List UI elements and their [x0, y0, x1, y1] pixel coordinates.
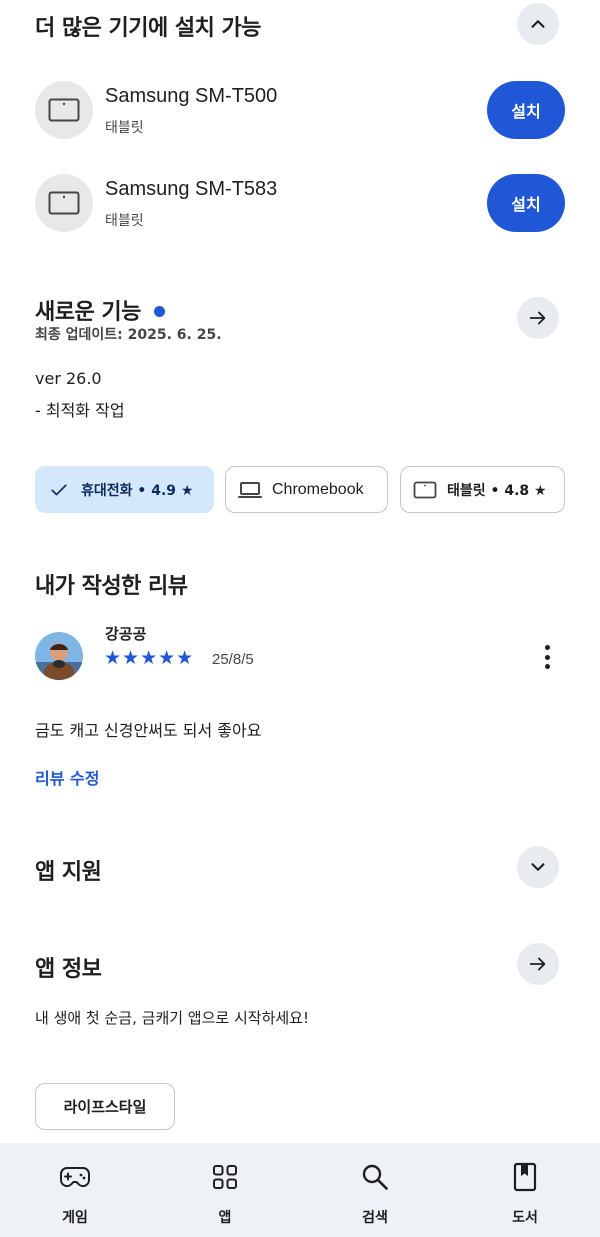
- device-type: 태블릿: [105, 213, 144, 229]
- review-stars: ★★★★★: [104, 647, 195, 669]
- review-date: 25/8/5: [212, 651, 254, 668]
- chip-label: Chromebook: [272, 480, 364, 498]
- device-name: Samsung SM-T500: [105, 85, 278, 107]
- nav-label: 게임: [62, 1210, 88, 1226]
- whats-new-arrow-button[interactable]: [517, 297, 559, 339]
- laptop-icon: [238, 481, 262, 498]
- new-indicator-dot: [154, 305, 166, 317]
- chip-tablet[interactable]: 태블릿 • 4.8 ★: [400, 466, 565, 513]
- arrow-right-icon: [529, 957, 546, 971]
- chevron-down-icon: [531, 863, 545, 871]
- search-icon: [359, 1161, 391, 1193]
- my-review-title: 내가 작성한 리뷰: [35, 574, 188, 599]
- install-button[interactable]: 설치: [487, 174, 565, 232]
- app-info-title[interactable]: 앱 정보: [35, 951, 102, 983]
- app-support-expand-button[interactable]: [517, 846, 559, 888]
- avatar: [35, 632, 83, 680]
- apps-grid-icon: [209, 1161, 241, 1193]
- chip-label: 태블릿 • 4.8 ★: [447, 482, 547, 499]
- device-avatar: [35, 174, 93, 232]
- category-chip[interactable]: 라이프스타일: [35, 1083, 175, 1130]
- check-icon: [51, 484, 67, 495]
- device-type: 태블릿: [105, 120, 144, 136]
- app-description: 내 생애 첫 순금, 금캐기 앱으로 시작하세요!: [35, 1009, 309, 1027]
- app-support-title[interactable]: 앱 지원: [35, 854, 102, 886]
- nav-item-apps[interactable]: 앱: [165, 1143, 285, 1237]
- whats-new-title[interactable]: 새로운 기능: [35, 294, 166, 326]
- arrow-right-icon: [529, 311, 546, 325]
- device-row: Samsung SM-T500 태블릿 설치: [35, 81, 565, 141]
- app-info-arrow-button[interactable]: [517, 943, 559, 985]
- collapse-button[interactable]: [517, 3, 559, 45]
- device-name: Samsung SM-T583: [105, 178, 278, 200]
- nav-item-games[interactable]: 게임: [15, 1143, 135, 1237]
- tablet-icon: [48, 98, 80, 122]
- chevron-up-icon: [531, 20, 545, 28]
- nav-label: 앱: [218, 1210, 232, 1226]
- install-section-title: 더 많은 기기에 설치 가능: [35, 16, 262, 41]
- chip-phone[interactable]: 휴대전화 • 4.9 ★: [35, 466, 214, 513]
- chip-label: 휴대전화 • 4.9 ★: [81, 482, 194, 499]
- version-text: ver 26.0: [35, 369, 102, 388]
- device-row: Samsung SM-T583 태블릿 설치: [35, 174, 565, 234]
- more-options-icon[interactable]: [537, 643, 557, 671]
- book-icon: [509, 1161, 541, 1193]
- nav-item-books[interactable]: 도서: [465, 1143, 585, 1237]
- last-updated: 최종 업데이트: 2025. 6. 25.: [35, 327, 222, 343]
- tablet-icon: [48, 191, 80, 215]
- tablet-icon: [413, 481, 437, 498]
- review-author: 강공공: [105, 625, 147, 643]
- release-notes: - 최적화 작업: [35, 401, 125, 420]
- chip-chromebook[interactable]: Chromebook: [225, 466, 388, 513]
- install-button[interactable]: 설치: [487, 81, 565, 139]
- bottom-navigation: 게임 앱 검색 도서: [0, 1143, 600, 1237]
- device-avatar: [35, 81, 93, 139]
- edit-review-link[interactable]: 리뷰 수정: [35, 765, 99, 789]
- gamepad-icon: [59, 1161, 91, 1193]
- nav-label: 검색: [362, 1210, 388, 1226]
- review-text: 금도 캐고 신경안써도 되서 좋아요: [35, 721, 262, 740]
- nav-label: 도서: [512, 1210, 538, 1226]
- nav-item-search[interactable]: 검색: [315, 1143, 435, 1237]
